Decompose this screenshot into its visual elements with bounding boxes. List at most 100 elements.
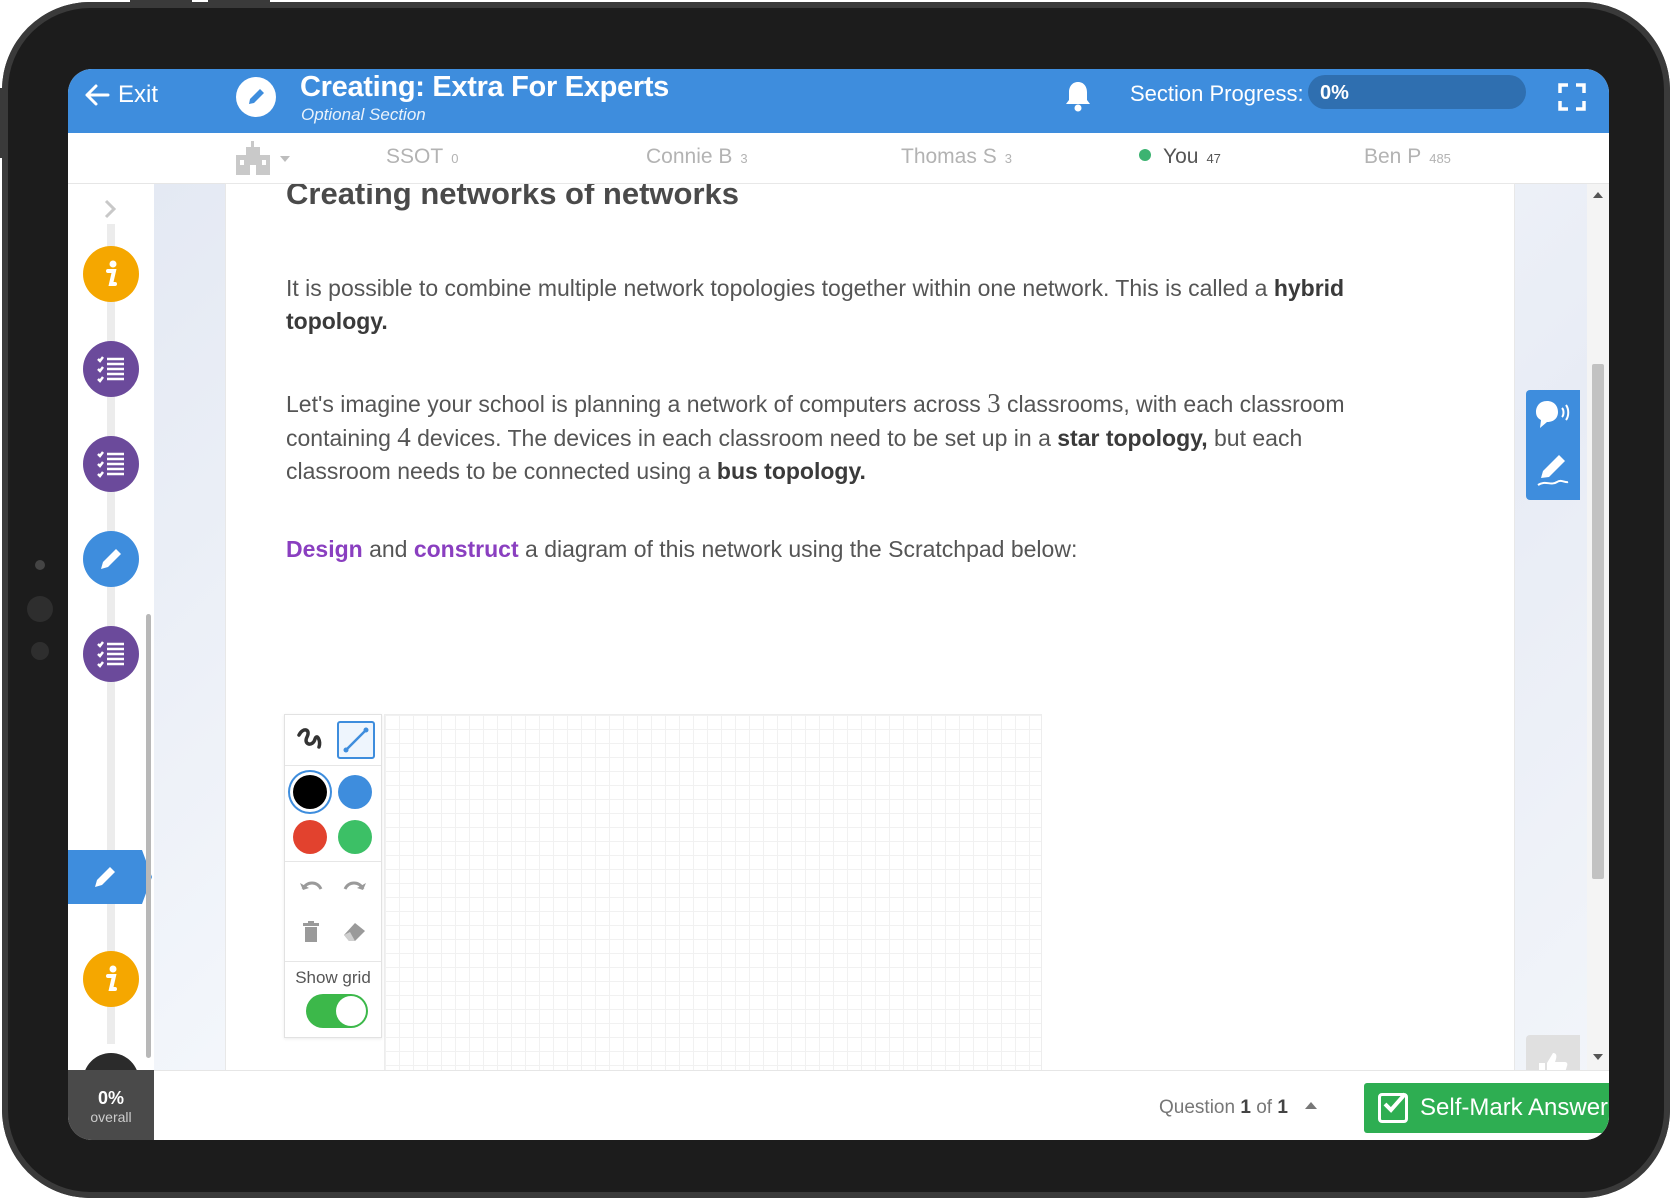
read-aloud-icon[interactable] bbox=[1533, 398, 1573, 437]
show-grid-toggle[interactable] bbox=[306, 994, 368, 1028]
camera-lens bbox=[27, 596, 53, 622]
top-bar: Exit Creating: Extra For Experts Optiona… bbox=[68, 69, 1609, 133]
step-checklist[interactable] bbox=[83, 341, 139, 397]
p2-bold: bus topology. bbox=[716, 458, 866, 484]
exit-label: Exit bbox=[118, 81, 159, 108]
color-swatch-green[interactable] bbox=[338, 820, 372, 854]
progress-label: Section Progress: bbox=[1130, 81, 1304, 106]
color-swatch-blue[interactable] bbox=[338, 775, 372, 809]
undo-icon[interactable] bbox=[299, 877, 323, 902]
checkbox-check-icon bbox=[1378, 1092, 1408, 1123]
camera-dot bbox=[35, 560, 45, 570]
self-mark-button[interactable]: Self-Mark Answer bbox=[1364, 1083, 1609, 1133]
leaderboard-name: SSOT bbox=[386, 145, 444, 168]
step-checklist[interactable] bbox=[83, 436, 139, 492]
scratchpad-canvas[interactable] bbox=[384, 714, 1042, 1070]
info-icon bbox=[106, 260, 117, 286]
step-info[interactable] bbox=[83, 951, 139, 1007]
rail-scrollbar[interactable] bbox=[146, 614, 151, 1058]
scroll-up-arrow[interactable] bbox=[1593, 192, 1603, 198]
sensor-dot bbox=[31, 642, 49, 660]
scroll-down-arrow[interactable] bbox=[1593, 1054, 1603, 1060]
content-card: Creating networks of networks It is poss… bbox=[226, 184, 1514, 1070]
pencil-icon bbox=[101, 549, 121, 569]
exit-button[interactable]: Exit bbox=[84, 81, 158, 109]
footer-bar: Question 1 of 1 Self-Mark Answer bbox=[154, 1070, 1609, 1140]
hardware-button bbox=[0, 88, 4, 158]
checklist-icon bbox=[97, 356, 124, 383]
line-tool-icon[interactable] bbox=[337, 721, 375, 759]
leaderboard-entry[interactable]: Thomas S 3 bbox=[901, 145, 1012, 169]
p2-number: 3 bbox=[987, 388, 1001, 418]
step-pencil[interactable] bbox=[83, 531, 139, 587]
p2-text: Let's imagine your school is planning a … bbox=[286, 391, 988, 417]
scenario-paragraph: Let's imagine your school is planning a … bbox=[286, 387, 1376, 488]
hardware-button bbox=[130, 0, 192, 4]
intro-paragraph: It is possible to combine multiple netwo… bbox=[286, 272, 1376, 338]
online-dot bbox=[1139, 149, 1151, 162]
leaderboard-entry[interactable]: SSOT 0 bbox=[386, 145, 458, 169]
bell-icon[interactable] bbox=[1063, 79, 1093, 118]
color-swatch-black[interactable] bbox=[293, 775, 327, 809]
overall-label: overall bbox=[90, 1109, 132, 1125]
redo-icon[interactable] bbox=[343, 877, 367, 902]
leaderboard-entry[interactable]: Connie B 3 bbox=[646, 145, 748, 169]
p2-number: 4 bbox=[397, 422, 411, 452]
lesson-step-rail bbox=[68, 184, 154, 1109]
edit-row bbox=[285, 861, 381, 961]
progress-value: 0% bbox=[1320, 82, 1349, 104]
leaderboard-score: 485 bbox=[1429, 151, 1451, 166]
leaderboard-name: You bbox=[1163, 145, 1199, 168]
eraser-icon[interactable] bbox=[341, 919, 369, 948]
scrollbar-thumb[interactable] bbox=[1592, 364, 1604, 879]
arrow-left-icon bbox=[85, 84, 110, 106]
fullscreen-icon[interactable] bbox=[1558, 83, 1586, 116]
toggle-knob bbox=[336, 996, 366, 1026]
hardware-button bbox=[208, 0, 270, 4]
scratchpad-toolbox: Show grid bbox=[284, 714, 382, 1038]
section-pencil-icon bbox=[236, 77, 276, 117]
question-of: of bbox=[1256, 1097, 1273, 1118]
side-tool-panel bbox=[1526, 390, 1580, 500]
step-checklist[interactable] bbox=[83, 626, 139, 682]
freehand-icon[interactable] bbox=[295, 725, 325, 758]
step-pencil-active[interactable] bbox=[68, 850, 152, 904]
task-paragraph: Design and construct a diagram of this n… bbox=[286, 533, 1376, 566]
leaderboard-entry-you[interactable]: You 47 bbox=[1139, 145, 1221, 169]
checklist-icon bbox=[97, 641, 124, 668]
leaderboard-score: 47 bbox=[1206, 151, 1221, 166]
app-screen: Exit Creating: Extra For Experts Optiona… bbox=[68, 69, 1609, 1140]
color-row bbox=[285, 765, 381, 862]
annotate-pen-icon[interactable] bbox=[1535, 452, 1571, 493]
info-icon bbox=[106, 965, 117, 991]
p1-text: It is possible to combine multiple netwo… bbox=[286, 275, 1274, 301]
p3-keyword: Design bbox=[286, 536, 363, 562]
trash-icon[interactable] bbox=[302, 921, 320, 948]
question-number: 1 bbox=[1240, 1097, 1251, 1118]
leaderboard-name: Connie B bbox=[646, 145, 733, 168]
question-total: 1 bbox=[1277, 1097, 1288, 1118]
self-mark-label: Self-Mark Answer bbox=[1420, 1094, 1609, 1121]
show-grid-label: Show grid bbox=[295, 968, 371, 987]
p3-text: and bbox=[362, 536, 414, 562]
content-heading: Creating networks of networks bbox=[286, 184, 740, 211]
leaderboard-name: Thomas S bbox=[901, 145, 997, 168]
section-subtitle: Optional Section bbox=[301, 105, 426, 124]
overall-value: 0% bbox=[97, 1088, 124, 1108]
leaderboard-bar: SSOT 0 Connie B 3 Thomas S 3 You 47 Ben P 485 bbox=[68, 133, 1609, 184]
question-counter[interactable]: Question 1 of 1 bbox=[1159, 1097, 1318, 1119]
section-title: Creating: Extra For Experts bbox=[300, 71, 669, 103]
tool-row bbox=[285, 715, 381, 766]
chevron-right-icon[interactable] bbox=[100, 198, 120, 225]
p3-text: a diagram of this network using the Scra… bbox=[518, 536, 1078, 562]
leaderboard-score: 3 bbox=[740, 151, 748, 166]
checklist-icon bbox=[97, 451, 124, 478]
p2-bold: star topology, bbox=[1057, 425, 1208, 451]
pencil-icon bbox=[95, 867, 115, 887]
leaderboard-entry[interactable]: Ben P 485 bbox=[1364, 145, 1451, 169]
step-info[interactable] bbox=[83, 246, 139, 302]
color-swatch-red[interactable] bbox=[293, 820, 327, 854]
school-icon[interactable] bbox=[233, 141, 295, 182]
leaderboard-score: 3 bbox=[1004, 151, 1012, 166]
content-scrollbar[interactable] bbox=[1587, 184, 1609, 1070]
